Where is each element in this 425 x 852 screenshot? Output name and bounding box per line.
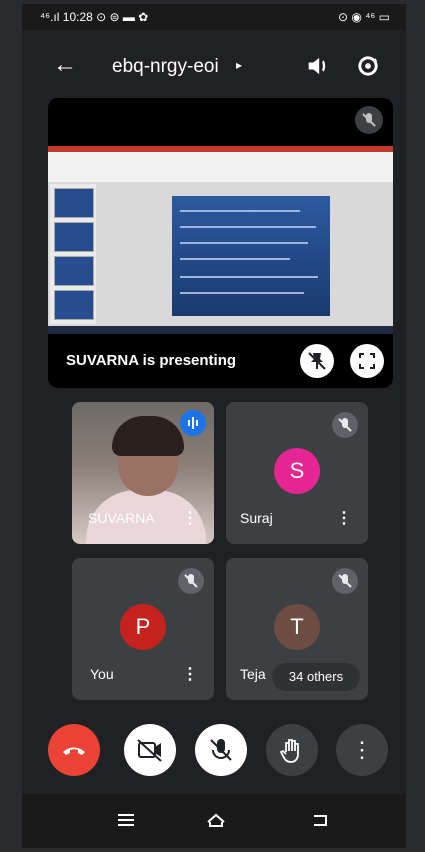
mic-off-icon <box>210 739 232 761</box>
phone-screen: ⁴⁶.ıl 10:28 ⊙ ⊜ ▬ ✿ ⊙ ◉ ⁴⁶ ▭ ← ebq-nrgy-… <box>22 4 406 848</box>
switch-camera-icon[interactable] <box>354 52 382 80</box>
chevron-right-icon[interactable]: ▸ <box>236 58 242 72</box>
slide-text-line <box>180 276 318 278</box>
status-left: ⁴⁶.ıl 10:28 ⊙ ⊜ ▬ ✿ <box>40 10 149 24</box>
mic-off-icon <box>178 568 204 594</box>
slide-thumbnail <box>54 188 94 218</box>
participant-tile-suraj[interactable]: S Suraj ⋮ <box>226 402 368 544</box>
slide-text-line <box>180 210 300 212</box>
slide-text-line <box>180 242 308 244</box>
end-call-button[interactable] <box>48 724 100 776</box>
system-nav-bar <box>22 794 406 848</box>
status-right: ⊙ ◉ ⁴⁶ ▭ <box>338 10 390 24</box>
raise-hand-button[interactable] <box>266 724 318 776</box>
fullscreen-icon <box>359 353 375 369</box>
video-hair <box>112 416 184 456</box>
avatar: S <box>274 448 320 494</box>
presentation-tile[interactable]: SUVARNA is presenting <box>48 98 393 388</box>
meeting-code[interactable]: ebq-nrgy-eoi <box>112 56 219 78</box>
mic-toggle-button[interactable] <box>195 724 247 776</box>
mic-off-icon <box>332 568 358 594</box>
participant-name: Teja <box>240 666 266 682</box>
call-controls: ⋮ <box>22 720 406 780</box>
slide-thumbnail <box>54 290 94 320</box>
participant-name: Suraj <box>240 510 273 526</box>
unpin-button[interactable] <box>300 344 334 378</box>
slide-text-line <box>180 226 316 228</box>
slide-text-line <box>180 292 304 294</box>
more-vert-icon[interactable]: ⋮ <box>182 664 198 684</box>
mic-off-icon <box>355 106 383 134</box>
slide-thumbnail <box>54 256 94 286</box>
avatar: P <box>120 604 166 650</box>
taskbar <box>48 326 393 334</box>
shared-screen <box>48 146 393 334</box>
participant-tile-suvarna[interactable]: SUVARNA ⋮ <box>72 402 214 544</box>
mic-off-icon <box>332 412 358 438</box>
camera-toggle-button[interactable] <box>124 724 176 776</box>
participant-name: SUVARNA <box>88 510 155 526</box>
home-icon[interactable] <box>204 808 228 832</box>
menu-icon[interactable] <box>114 808 138 832</box>
fullscreen-button[interactable] <box>350 344 384 378</box>
hand-icon <box>279 739 299 763</box>
more-vert-icon[interactable]: ⋮ <box>336 508 352 528</box>
slide-thumbnail <box>54 222 94 252</box>
slide-text-line <box>180 258 290 260</box>
back-arrow-icon[interactable]: ← <box>50 50 80 80</box>
meeting-header: ← ebq-nrgy-eoi ▸ <box>22 40 406 92</box>
slide-thumbnails <box>50 184 96 324</box>
participant-tile-you[interactable]: P You ⋮ <box>72 558 214 700</box>
participant-name: You <box>90 666 114 682</box>
app-toolbar <box>48 152 393 182</box>
current-slide <box>172 196 330 316</box>
videocam-off-icon <box>137 739 162 762</box>
back-icon[interactable] <box>308 808 332 832</box>
presenting-label: SUVARNA is presenting <box>66 352 237 369</box>
speaking-indicator-icon <box>180 410 206 436</box>
speaker-icon[interactable] <box>304 52 332 80</box>
status-bar: ⁴⁶.ıl 10:28 ⊙ ⊜ ▬ ✿ ⊙ ◉ ⁴⁶ ▭ <box>22 4 406 30</box>
avatar: T <box>274 604 320 650</box>
phone-hangup-icon <box>63 747 85 755</box>
others-count-chip[interactable]: 34 others <box>272 663 360 691</box>
pin-off-icon <box>308 352 326 370</box>
more-options-button[interactable]: ⋮ <box>336 724 388 776</box>
more-vert-icon[interactable]: ⋮ <box>182 508 198 528</box>
